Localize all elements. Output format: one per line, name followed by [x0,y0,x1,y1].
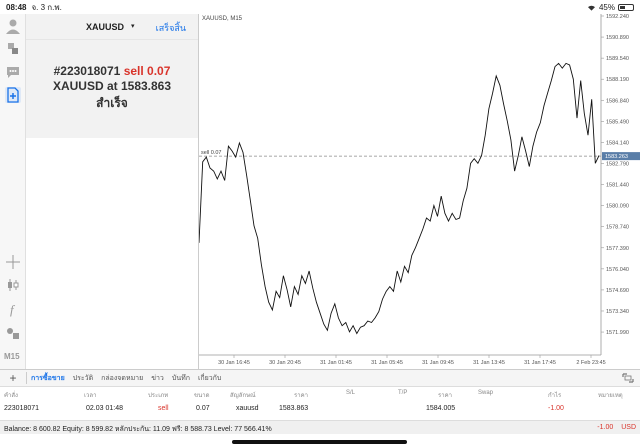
tab-history[interactable]: ประวัติ [69,373,97,384]
timeframe-label[interactable]: M15 [4,352,20,361]
order-price-line: XAUUSD at 1583.863 [52,79,172,93]
indicators-icon[interactable]: f [5,301,21,317]
battery-fill [620,5,626,9]
currency-label: USD [621,424,636,431]
y-tick-label: 1586.840 [606,98,629,104]
column-header: ราคา [294,393,308,399]
current-price-label: 1583.263 [605,154,628,160]
x-tick-label: 31 Jan 09:45 [422,360,454,366]
clock: 08:48 [6,2,27,12]
column-header: หมายเหตุ [598,393,623,399]
symbol-selector[interactable]: XAUUSD [86,22,124,32]
new-order-icon[interactable] [5,87,21,103]
column-header: T/P [398,390,408,396]
x-tick-label: 31 Jan 17:45 [524,360,556,366]
column-header: Swap [478,390,494,396]
column-header: เวลา [84,393,97,399]
battery-percent: 45% [598,2,615,12]
y-tick-label: 1573.340 [606,309,629,315]
column-header: ขนาด [194,393,210,399]
candles-icon[interactable] [5,277,21,293]
cell-open-price: 1583.863 [279,405,309,412]
x-tick-label: 31 Jan 01:45 [320,360,352,366]
order-ticket: #223018071 [53,64,121,78]
y-tick-label: 1576.040 [606,267,629,273]
column-header: คำสั่ง [4,393,18,399]
y-tick-label: 1590.890 [606,35,629,41]
cell-type: sell [158,405,169,412]
user-icon[interactable] [5,18,21,34]
home-indicator[interactable] [232,440,407,444]
y-tick-label: 1582.790 [606,161,629,167]
crosshair-icon[interactable] [5,254,21,270]
column-header: กำไร [548,393,562,399]
column-header: ราคา [438,393,452,399]
order-line-label: sell 0.07 [201,150,222,156]
tab-trade[interactable]: การซื้อขาย [27,373,69,384]
order-side: sell 0.07 [123,64,171,78]
y-tick-label: 1592.240 [606,14,629,20]
add-button[interactable]: + [0,371,26,385]
total-profit: -1.00 USD [597,424,636,431]
y-tick-label: 1571.990 [606,330,629,336]
x-tick-label: 30 Jan 16:45 [218,360,250,366]
cell-time: 02.03 01:48 [86,405,123,412]
order-panel-header: XAUUSD ▾ เสร็จสิ้น [26,14,198,40]
order-status: สำเร็จ [96,96,128,110]
y-tick-label: 1580.090 [606,204,629,210]
status-bar: 08:48 จ. 3 ก.พ. 45% [0,0,640,14]
order-result: #223018071 sell 0.07 XAUUSD at 1583.863 … [26,40,198,138]
y-tick-label: 1585.490 [606,119,629,125]
chat-icon[interactable] [5,64,21,80]
expand-icon[interactable] [622,373,634,383]
done-button[interactable]: เสร็จสิ้น [156,21,186,35]
tab-journal[interactable]: บันทึก [168,373,194,384]
column-header: ประเภท [148,393,169,399]
x-tick-label: 31 Jan 05:45 [371,360,403,366]
column-header: สัญลักษณ์ [230,393,256,399]
cell-ticket: 223018071 [4,405,40,412]
svg-text:f: f [10,302,16,317]
objects-icon[interactable] [5,325,21,341]
y-tick-label: 1588.190 [606,77,629,83]
cell-profit: -1.00 [548,405,564,412]
order-ticket-line: #223018071 sell 0.07 [26,64,198,78]
x-tick-label: 31 Jan 13:45 [473,360,505,366]
quotes-icon[interactable] [5,40,21,56]
y-tick-label: 1574.690 [606,288,629,294]
price-series-line [199,62,600,335]
left-toolbar: f M15 [0,14,26,369]
x-tick-label: 2 Feb 23:45 [576,360,605,366]
y-tick-label: 1578.740 [606,225,629,231]
battery-icon [618,3,634,11]
column-header: S/L [346,390,356,396]
cell-current-price: 1584.005 [426,405,456,412]
price-chart[interactable]: 1592.240 1590.890 1589.540 1588.190 1586.840… [199,14,640,369]
y-tick-label: 1577.390 [606,246,629,252]
tab-mailbox[interactable]: กล่องจดหมาย [97,373,147,384]
cell-symbol: xauusd [236,405,259,412]
account-summary: Balance: 8 600.82 Equity: 8 599.82 หลักป… [0,420,640,434]
x-tick-label: 30 Jan 20:45 [269,360,301,366]
balance-line: Balance: 8 600.82 Equity: 8 599.82 หลักป… [4,426,272,433]
total-profit-value: -1.00 [597,424,614,431]
wifi-icon [587,5,595,11]
table-row[interactable]: 223018071 02.03 01:48 sell 0.07 xauusd 1… [0,402,640,416]
tab-about[interactable]: เกี่ยวกับ [194,373,225,384]
order-panel: XAUUSD ▾ เสร็จสิ้น #223018071 sell 0.07 … [26,14,198,369]
tab-news[interactable]: ข่าว [147,373,168,384]
trade-table-header: คำสั่ง เวลา ประเภท ขนาด สัญลักษณ์ ราคา S… [0,387,640,400]
date: จ. 3 ก.พ. [31,2,62,12]
y-tick-label: 1584.140 [606,140,629,146]
y-tick-label: 1589.540 [606,56,629,62]
y-tick-label: 1581.440 [606,183,629,189]
chart-area[interactable]: 1592.240 1590.890 1589.540 1588.190 1586.840… [198,14,640,369]
cell-volume: 0.07 [196,405,210,412]
chart-title: XAUUSD, M15 [202,16,243,22]
chevron-down-icon[interactable]: ▾ [131,22,135,30]
bottom-tabs: + การซื้อขาย ประวัติ กล่องจดหมาย ข่าว บั… [0,369,640,387]
